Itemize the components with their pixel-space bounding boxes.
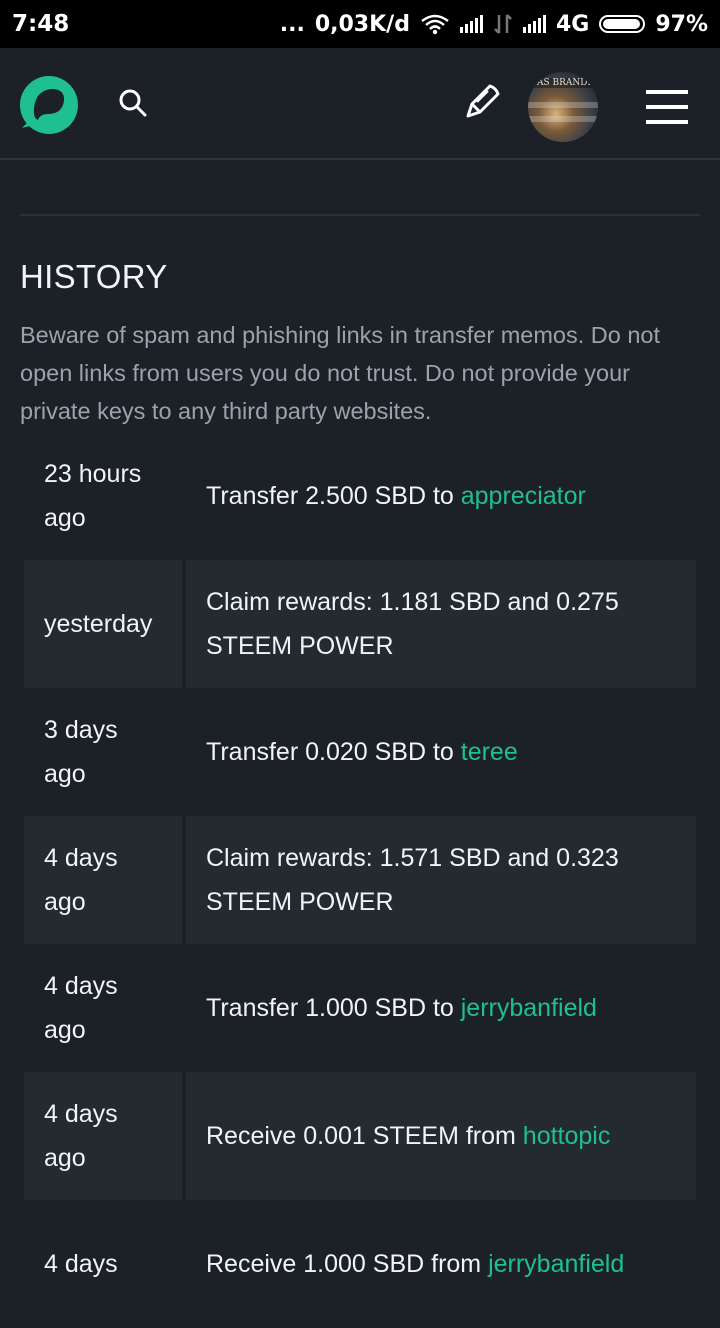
history-time-line: yesterday — [44, 610, 153, 638]
table-row: 4 days ago Receive 0.001 STEEM from hottop… — [24, 1072, 696, 1200]
clock: 7:48 — [12, 11, 70, 37]
table-row: 4 days ago Transfer 1.000 SBD to jerrybanf… — [24, 944, 696, 1072]
signal-icon — [459, 15, 483, 33]
user-link[interactable]: jerrybanfield — [461, 994, 597, 1022]
app-header: AS BRANDE — [0, 48, 720, 160]
section-divider — [20, 214, 700, 216]
history-description: Claim rewards: 1.571 SBD and 0.323 STEEM… — [186, 816, 696, 944]
history-description: Transfer 0.020 SBD to teree — [186, 688, 696, 816]
history-time: 4 days — [24, 1200, 182, 1328]
history-text: Transfer 0.020 SBD to — [206, 738, 461, 766]
battery-level: 97% — [655, 11, 708, 37]
avatar[interactable]: AS BRANDE — [528, 72, 598, 142]
battery-icon — [599, 15, 646, 33]
network-speed: 0,03K/d — [314, 11, 410, 37]
data-transfer-icon — [494, 14, 512, 34]
user-link[interactable]: teree — [461, 738, 518, 766]
table-row: 4 days ago Claim rewards: 1.571 SBD and 0.… — [24, 816, 696, 944]
history-time-line: 23 hours — [44, 460, 142, 488]
history-description: Claim rewards: 1.181 SBD and 0.275 STEEM… — [186, 560, 696, 688]
page-title: HISTORY — [20, 258, 168, 295]
search-icon[interactable] — [118, 88, 148, 118]
history-text: Transfer 2.500 SBD to — [206, 482, 461, 510]
history-time: 4 days ago — [24, 1072, 182, 1200]
history-time-line: ago — [44, 504, 86, 532]
history-time-line: 3 days — [44, 716, 118, 744]
user-link[interactable]: jerrybanfield — [488, 1250, 624, 1278]
history-description: Receive 1.000 SBD from jerrybanfield — [186, 1200, 696, 1328]
history-time: yesterday — [24, 560, 182, 688]
pen-icon[interactable] — [462, 82, 502, 122]
history-text: Transfer 1.000 SBD to — [206, 994, 461, 1022]
history-description: Transfer 1.000 SBD to jerrybanfield — [186, 944, 696, 1072]
history-time-line: 4 days — [44, 972, 118, 1000]
wifi-icon — [421, 14, 449, 35]
history-time-line: ago — [44, 760, 86, 788]
history-time-line: 4 days — [44, 1100, 118, 1128]
table-row: 3 days ago Transfer 0.020 SBD to teree — [24, 688, 696, 816]
user-link[interactable]: hottopic — [523, 1122, 611, 1150]
history-time: 23 hours ago — [24, 432, 182, 560]
steemit-logo-icon[interactable] — [18, 74, 80, 136]
history-time-line: ago — [44, 1144, 86, 1172]
notification-dots: ... — [279, 11, 305, 37]
history-table: 23 hours ago Transfer 2.500 SBD to appreci… — [24, 432, 696, 1328]
status-icons: ... 0,03K/d 4G 97% — [280, 12, 708, 37]
history-text: Receive 0.001 STEEM from — [206, 1122, 523, 1150]
table-row: 4 days Receive 1.000 SBD from jerrybanfie… — [24, 1200, 696, 1328]
table-row: yesterday Claim rewards: 1.181 SBD and 0.… — [24, 560, 696, 688]
history-text: Claim rewards: 1.181 SBD and 0.275 STEEM… — [206, 588, 619, 660]
history-time-line: ago — [44, 1016, 86, 1044]
user-link[interactable]: appreciator — [461, 482, 586, 510]
history-text: Receive 1.000 SBD from — [206, 1250, 489, 1278]
history-description: Receive 0.001 STEEM from hottopic — [186, 1072, 696, 1200]
history-time: 4 days ago — [24, 816, 182, 944]
history-time-line: ago — [44, 888, 86, 916]
history-description: Transfer 2.500 SBD to appreciator — [186, 432, 696, 560]
signal-icon-2 — [522, 15, 546, 33]
history-text: Claim rewards: 1.571 SBD and 0.323 STEEM… — [206, 844, 619, 916]
status-bar: 7:48 ... 0,03K/d 4G 97% — [0, 0, 720, 48]
network-type: 4G — [555, 11, 590, 37]
history-time: 4 days ago — [24, 944, 182, 1072]
phishing-warning: Beware of spam and phishing links in tra… — [20, 322, 661, 424]
history-time-line: 4 days — [44, 844, 118, 872]
avatar-text: AS BRANDE — [534, 78, 598, 88]
table-row: 23 hours ago Transfer 2.500 SBD to appreci… — [24, 432, 696, 560]
hamburger-menu-icon[interactable] — [646, 90, 688, 124]
history-time: 3 days ago — [24, 688, 182, 816]
history-time-line: 4 days — [44, 1250, 118, 1278]
